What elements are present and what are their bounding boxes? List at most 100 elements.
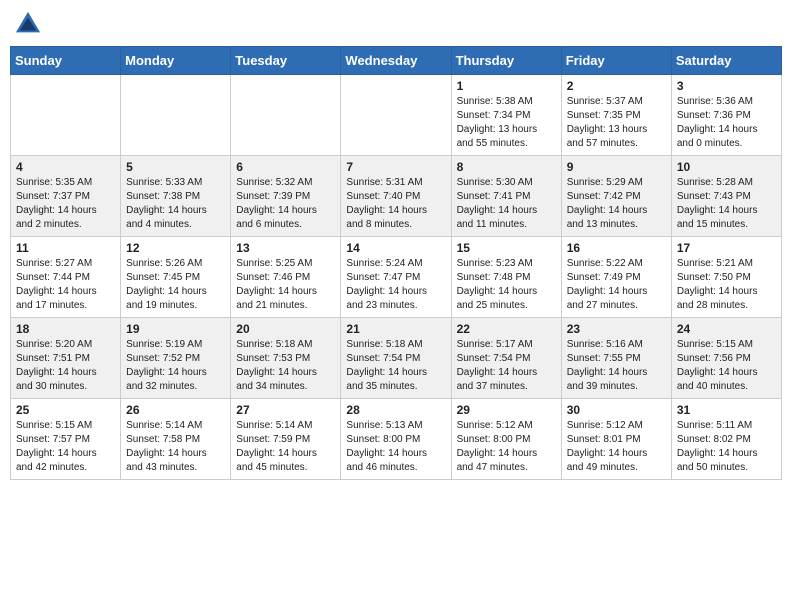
day-number: 11 <box>16 241 115 255</box>
day-number: 25 <box>16 403 115 417</box>
day-number: 2 <box>567 79 666 93</box>
calendar-cell: 22Sunrise: 5:17 AMSunset: 7:54 PMDayligh… <box>451 318 561 399</box>
calendar-cell: 10 Sunrise: 5:28 AMSunset: 7:43 PMDayligh… <box>671 156 781 237</box>
day-number: 26 <box>126 403 225 417</box>
day-number: 15 <box>457 241 556 255</box>
day-info: Sunrise: 5:38 AMSunset: 7:34 PMDaylight:… <box>457 95 556 151</box>
calendar-cell <box>231 75 341 156</box>
day-info: Sunrise: 5:18 AMSunset: 7:54 PMDaylight:… <box>346 338 445 394</box>
day-info: Sunrise: 5:12 AMSunset: 8:01 PMDaylight:… <box>567 419 666 475</box>
calendar-cell: 13 Sunrise: 5:25 AMSunset: 7:46 PMDayligh… <box>231 237 341 318</box>
day-info: Sunrise: 5:15 AMSunset: 7:56 PMDaylight:… <box>677 338 776 394</box>
day-info: Sunrise: 5:13 AMSunset: 8:00 PMDaylight:… <box>346 419 445 475</box>
weekday-header-friday: Friday <box>561 47 671 75</box>
weekday-header-row: SundayMondayTuesdayWednesdayThursdayFrid… <box>11 47 782 75</box>
day-number: 21 <box>346 322 445 336</box>
day-info: Sunrise: 5:12 AMSunset: 8:00 PMDaylight:… <box>457 419 556 475</box>
calendar-cell: 6 Sunrise: 5:32 AMSunset: 7:39 PMDaylight… <box>231 156 341 237</box>
day-number: 28 <box>346 403 445 417</box>
day-info: Sunrise: 5:33 AMSunset: 7:38 PMDaylight:… <box>126 176 225 232</box>
day-info: Sunrise: 5:28 AMSunset: 7:43 PMDaylight:… <box>677 176 776 232</box>
day-number: 29 <box>457 403 556 417</box>
day-info: Sunrise: 5:24 AMSunset: 7:47 PMDaylight:… <box>346 257 445 313</box>
day-number: 20 <box>236 322 335 336</box>
day-info: Sunrise: 5:14 AMSunset: 7:58 PMDaylight:… <box>126 419 225 475</box>
calendar-cell: 25 Sunrise: 5:15 AMSunset: 7:57 PMDayligh… <box>11 399 121 480</box>
day-info: Sunrise: 5:21 AMSunset: 7:50 PMDaylight:… <box>677 257 776 313</box>
day-info: Sunrise: 5:15 AMSunset: 7:57 PMDaylight:… <box>16 419 115 475</box>
calendar-week-row: 25 Sunrise: 5:15 AMSunset: 7:57 PMDayligh… <box>11 399 782 480</box>
calendar-cell: 11 Sunrise: 5:27 AMSunset: 7:44 PMDayligh… <box>11 237 121 318</box>
calendar-week-row: 11 Sunrise: 5:27 AMSunset: 7:44 PMDayligh… <box>11 237 782 318</box>
day-info: Sunrise: 5:35 AMSunset: 7:37 PMDaylight:… <box>16 176 115 232</box>
calendar-cell: 5 Sunrise: 5:33 AMSunset: 7:38 PMDaylight… <box>121 156 231 237</box>
calendar-cell: 14Sunrise: 5:24 AMSunset: 7:47 PMDayligh… <box>341 237 451 318</box>
calendar-cell: 16 Sunrise: 5:22 AMSunset: 7:49 PMDayligh… <box>561 237 671 318</box>
day-number: 19 <box>126 322 225 336</box>
day-info: Sunrise: 5:20 AMSunset: 7:51 PMDaylight:… <box>16 338 115 394</box>
calendar-cell: 20 Sunrise: 5:18 AMSunset: 7:53 PMDayligh… <box>231 318 341 399</box>
calendar-cell <box>341 75 451 156</box>
day-info: Sunrise: 5:14 AMSunset: 7:59 PMDaylight:… <box>236 419 335 475</box>
calendar-cell: 1 Sunrise: 5:38 AMSunset: 7:34 PMDaylight… <box>451 75 561 156</box>
calendar-cell: 17 Sunrise: 5:21 AMSunset: 7:50 PMDayligh… <box>671 237 781 318</box>
day-number: 6 <box>236 160 335 174</box>
day-number: 9 <box>567 160 666 174</box>
day-info: Sunrise: 5:27 AMSunset: 7:44 PMDaylight:… <box>16 257 115 313</box>
weekday-header-sunday: Sunday <box>11 47 121 75</box>
day-info: Sunrise: 5:22 AMSunset: 7:49 PMDaylight:… <box>567 257 666 313</box>
calendar-cell: 12Sunrise: 5:26 AMSunset: 7:45 PMDayligh… <box>121 237 231 318</box>
calendar-cell: 24Sunrise: 5:15 AMSunset: 7:56 PMDayligh… <box>671 318 781 399</box>
day-number: 3 <box>677 79 776 93</box>
calendar-cell: 29 Sunrise: 5:12 AMSunset: 8:00 PMDayligh… <box>451 399 561 480</box>
day-number: 30 <box>567 403 666 417</box>
weekday-header-tuesday: Tuesday <box>231 47 341 75</box>
day-number: 7 <box>346 160 445 174</box>
day-number: 1 <box>457 79 556 93</box>
day-info: Sunrise: 5:11 AMSunset: 8:02 PMDaylight:… <box>677 419 776 475</box>
day-number: 4 <box>16 160 115 174</box>
day-info: Sunrise: 5:19 AMSunset: 7:52 PMDaylight:… <box>126 338 225 394</box>
day-number: 12 <box>126 241 225 255</box>
calendar-cell: 8 Sunrise: 5:30 AMSunset: 7:41 PMDaylight… <box>451 156 561 237</box>
day-info: Sunrise: 5:32 AMSunset: 7:39 PMDaylight:… <box>236 176 335 232</box>
weekday-header-thursday: Thursday <box>451 47 561 75</box>
day-number: 8 <box>457 160 556 174</box>
calendar-week-row: 4 Sunrise: 5:35 AMSunset: 7:37 PMDaylight… <box>11 156 782 237</box>
weekday-header-wednesday: Wednesday <box>341 47 451 75</box>
day-info: Sunrise: 5:30 AMSunset: 7:41 PMDaylight:… <box>457 176 556 232</box>
calendar-cell: 26 Sunrise: 5:14 AMSunset: 7:58 PMDayligh… <box>121 399 231 480</box>
calendar-cell: 27 Sunrise: 5:14 AMSunset: 7:59 PMDayligh… <box>231 399 341 480</box>
day-number: 27 <box>236 403 335 417</box>
logo <box>14 10 46 38</box>
calendar-cell: 9 Sunrise: 5:29 AMSunset: 7:42 PMDaylight… <box>561 156 671 237</box>
calendar-table: SundayMondayTuesdayWednesdayThursdayFrid… <box>10 46 782 480</box>
day-number: 16 <box>567 241 666 255</box>
calendar-week-row: 18 Sunrise: 5:20 AMSunset: 7:51 PMDayligh… <box>11 318 782 399</box>
logo-icon <box>14 10 42 38</box>
day-info: Sunrise: 5:29 AMSunset: 7:42 PMDaylight:… <box>567 176 666 232</box>
weekday-header-monday: Monday <box>121 47 231 75</box>
day-number: 5 <box>126 160 225 174</box>
day-number: 22 <box>457 322 556 336</box>
day-info: Sunrise: 5:36 AMSunset: 7:36 PMDaylight:… <box>677 95 776 151</box>
day-number: 13 <box>236 241 335 255</box>
day-info: Sunrise: 5:25 AMSunset: 7:46 PMDaylight:… <box>236 257 335 313</box>
calendar-week-row: 1 Sunrise: 5:38 AMSunset: 7:34 PMDaylight… <box>11 75 782 156</box>
calendar-cell: 18 Sunrise: 5:20 AMSunset: 7:51 PMDayligh… <box>11 318 121 399</box>
day-info: Sunrise: 5:18 AMSunset: 7:53 PMDaylight:… <box>236 338 335 394</box>
calendar-cell: 19 Sunrise: 5:19 AMSunset: 7:52 PMDayligh… <box>121 318 231 399</box>
day-number: 31 <box>677 403 776 417</box>
day-number: 17 <box>677 241 776 255</box>
calendar-cell: 15Sunrise: 5:23 AMSunset: 7:48 PMDayligh… <box>451 237 561 318</box>
calendar-cell: 2Sunrise: 5:37 AMSunset: 7:35 PMDaylight… <box>561 75 671 156</box>
weekday-header-saturday: Saturday <box>671 47 781 75</box>
day-number: 18 <box>16 322 115 336</box>
page-header <box>10 10 782 38</box>
day-info: Sunrise: 5:31 AMSunset: 7:40 PMDaylight:… <box>346 176 445 232</box>
calendar-cell: 23Sunrise: 5:16 AMSunset: 7:55 PMDayligh… <box>561 318 671 399</box>
day-info: Sunrise: 5:16 AMSunset: 7:55 PMDaylight:… <box>567 338 666 394</box>
calendar-cell: 3 Sunrise: 5:36 AMSunset: 7:36 PMDaylight… <box>671 75 781 156</box>
day-number: 10 <box>677 160 776 174</box>
calendar-cell: 31 Sunrise: 5:11 AMSunset: 8:02 PMDayligh… <box>671 399 781 480</box>
